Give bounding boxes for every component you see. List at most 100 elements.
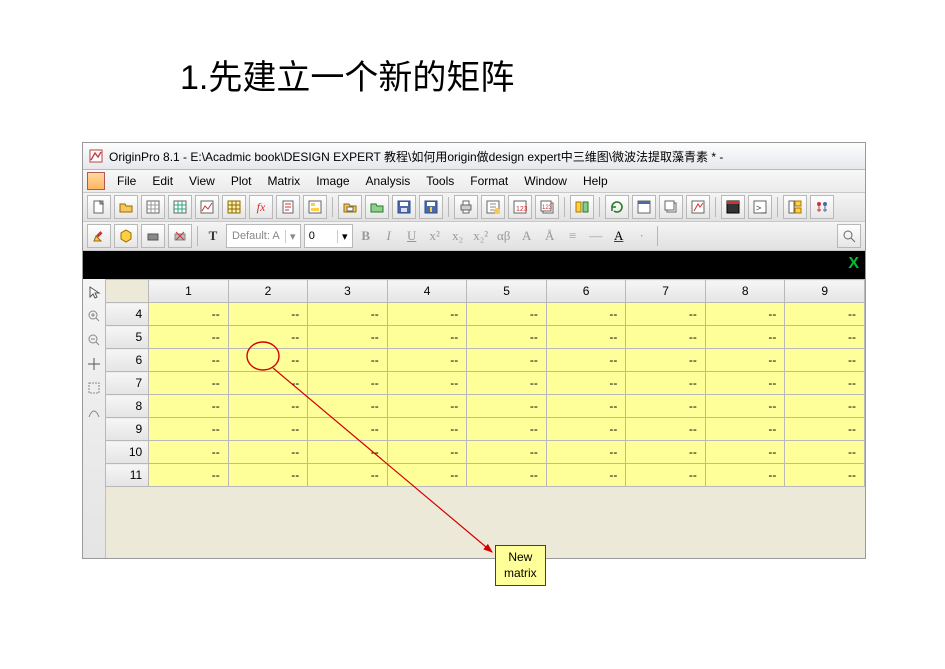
cell[interactable]: -- — [228, 326, 308, 349]
edit-mode-button[interactable] — [87, 224, 111, 248]
cell[interactable]: -- — [387, 395, 467, 418]
cell[interactable]: -- — [149, 372, 229, 395]
cell[interactable]: -- — [785, 372, 865, 395]
cell[interactable]: -- — [785, 464, 865, 487]
cell[interactable]: -- — [149, 464, 229, 487]
mask-button[interactable] — [141, 224, 165, 248]
zoom-out-tool-icon[interactable] — [85, 331, 103, 349]
cell[interactable]: -- — [228, 349, 308, 372]
cell[interactable]: -- — [467, 464, 547, 487]
cell[interactable]: -- — [785, 349, 865, 372]
import-single-ascii-button[interactable]: 123 — [508, 195, 532, 219]
cell[interactable]: -- — [705, 349, 785, 372]
cell[interactable]: -- — [228, 464, 308, 487]
zoom-in-tool-icon[interactable] — [85, 307, 103, 325]
save-template-button[interactable] — [419, 195, 443, 219]
draw-tool-icon[interactable] — [85, 403, 103, 421]
open-excel-button[interactable] — [365, 195, 389, 219]
new-graph-button[interactable] — [195, 195, 219, 219]
open-template-button[interactable] — [338, 195, 362, 219]
add-column-button[interactable] — [810, 195, 834, 219]
cell[interactable]: -- — [467, 418, 547, 441]
new-function-button[interactable]: fx — [249, 195, 273, 219]
cell[interactable]: -- — [308, 326, 388, 349]
cell[interactable]: -- — [546, 349, 626, 372]
cell[interactable]: -- — [387, 326, 467, 349]
new-matrix-button[interactable] — [222, 195, 246, 219]
cell[interactable]: -- — [785, 395, 865, 418]
row-header[interactable]: 6 — [106, 349, 149, 372]
menu-edit[interactable]: Edit — [144, 171, 181, 191]
fill-color-button[interactable]: · — [632, 225, 652, 247]
menu-help[interactable]: Help — [575, 171, 616, 191]
cell[interactable]: -- — [785, 303, 865, 326]
cell[interactable]: -- — [308, 395, 388, 418]
refresh-button[interactable] — [686, 195, 710, 219]
duplicate-button[interactable] — [659, 195, 683, 219]
new-workbook-button[interactable] — [141, 195, 165, 219]
cell[interactable]: -- — [546, 372, 626, 395]
menu-analysis[interactable]: Analysis — [358, 171, 419, 191]
cell[interactable]: -- — [308, 349, 388, 372]
cell[interactable]: -- — [308, 441, 388, 464]
recalculate-button[interactable] — [605, 195, 629, 219]
superscript-button[interactable]: x² — [425, 225, 445, 247]
cell[interactable]: -- — [387, 418, 467, 441]
cell[interactable]: -- — [626, 395, 706, 418]
row-header[interactable]: 5 — [106, 326, 149, 349]
increase-font-button[interactable]: A — [517, 225, 537, 247]
cell[interactable]: -- — [308, 372, 388, 395]
cell[interactable]: -- — [467, 326, 547, 349]
print-button[interactable] — [454, 195, 478, 219]
cell[interactable]: -- — [626, 464, 706, 487]
cell[interactable]: -- — [705, 418, 785, 441]
cell[interactable]: -- — [228, 441, 308, 464]
cell[interactable]: -- — [626, 441, 706, 464]
data-reader-tool-icon[interactable] — [85, 355, 103, 373]
greek-button[interactable]: αβ — [494, 225, 514, 247]
cell[interactable]: -- — [228, 418, 308, 441]
col-header[interactable]: 1 — [149, 280, 229, 303]
new-excel-button[interactable] — [168, 195, 192, 219]
cell[interactable]: -- — [149, 418, 229, 441]
font-color-button[interactable]: A — [609, 225, 629, 247]
cell[interactable]: -- — [149, 349, 229, 372]
menu-window[interactable]: Window — [516, 171, 575, 191]
italic-button[interactable]: I — [379, 225, 399, 247]
cell[interactable]: -- — [546, 464, 626, 487]
new-layout-button[interactable] — [303, 195, 327, 219]
col-header[interactable]: 5 — [467, 280, 547, 303]
menu-tools[interactable]: Tools — [418, 171, 462, 191]
col-header[interactable]: 6 — [546, 280, 626, 303]
cell[interactable]: -- — [308, 418, 388, 441]
cell[interactable]: -- — [626, 349, 706, 372]
col-header[interactable]: 7 — [626, 280, 706, 303]
cell[interactable]: -- — [626, 372, 706, 395]
menu-plot[interactable]: Plot — [223, 171, 260, 191]
import-multi-ascii-button[interactable]: 123 — [535, 195, 559, 219]
cell[interactable]: -- — [467, 441, 547, 464]
row-header[interactable]: 7 — [106, 372, 149, 395]
cell[interactable]: -- — [467, 372, 547, 395]
cell[interactable]: -- — [546, 395, 626, 418]
cell[interactable]: -- — [467, 303, 547, 326]
col-header[interactable]: 9 — [785, 280, 865, 303]
pointer-tool-icon[interactable] — [85, 283, 103, 301]
batch-processing-button[interactable] — [570, 195, 594, 219]
row-header[interactable]: 10 — [106, 441, 149, 464]
cell[interactable]: -- — [149, 303, 229, 326]
cell[interactable]: -- — [228, 395, 308, 418]
cell[interactable]: -- — [149, 326, 229, 349]
remove-mask-button[interactable] — [168, 224, 192, 248]
3d-transform-button[interactable] — [114, 224, 138, 248]
zoom-tool-button[interactable] — [837, 224, 861, 248]
row-header[interactable]: 4 — [106, 303, 149, 326]
menu-matrix[interactable]: Matrix — [260, 171, 309, 191]
cell[interactable]: -- — [546, 418, 626, 441]
cell[interactable]: -- — [705, 303, 785, 326]
cell[interactable]: -- — [705, 441, 785, 464]
line-style-button[interactable]: — — [586, 225, 606, 247]
region-tool-icon[interactable] — [85, 379, 103, 397]
col-header[interactable]: 2 — [228, 280, 308, 303]
project-explorer-button[interactable] — [783, 195, 807, 219]
